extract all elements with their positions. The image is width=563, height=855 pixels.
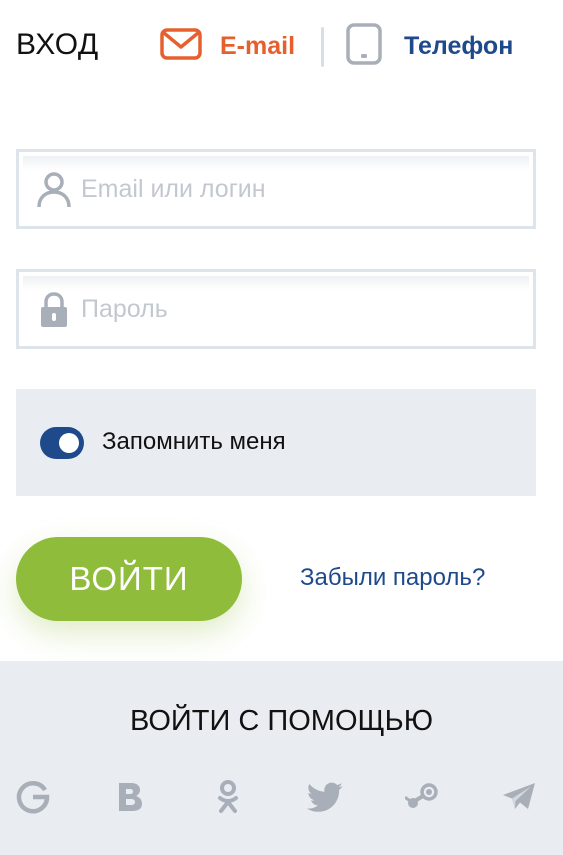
social-login-panel: ВОЙТИ С ПОМОЩЬЮ [0, 661, 563, 855]
odnoklassniki-icon[interactable] [204, 773, 252, 821]
telegram-icon[interactable] [495, 773, 543, 821]
login-input[interactable] [81, 164, 521, 214]
tab-email-label: E-mail [220, 31, 296, 60]
vk-icon[interactable] [106, 773, 154, 821]
steam-icon[interactable] [398, 773, 446, 821]
social-icons-row [0, 773, 563, 823]
social-login-title: ВОЙТИ С ПОМОЩЬЮ [129, 705, 434, 737]
remember-me-panel: Запомнить меня [16, 389, 536, 496]
google-icon[interactable] [9, 773, 57, 821]
login-button[interactable]: ВОЙТИ [16, 537, 242, 621]
twitter-icon[interactable] [301, 773, 349, 821]
envelope-icon [160, 27, 202, 65]
tab-email[interactable]: E-mail [160, 24, 295, 68]
page-title: ВХОД [16, 28, 99, 61]
login-field [16, 149, 536, 229]
lock-icon [37, 292, 71, 328]
toggle-knob [59, 433, 79, 453]
tab-phone[interactable]: Телефон [346, 22, 514, 70]
login-header: ВХОД E-mail Телефон [0, 0, 563, 92]
password-field [16, 269, 536, 349]
password-input[interactable] [81, 284, 521, 334]
remember-me-label: Запомнить меня [102, 428, 286, 455]
remember-me-toggle[interactable] [40, 427, 84, 459]
forgot-password-link[interactable]: Забыли пароль? [300, 564, 485, 592]
phone-icon [346, 22, 382, 70]
tab-divider [321, 27, 324, 67]
user-icon [37, 172, 71, 208]
tab-phone-label: Телефон [404, 31, 514, 60]
